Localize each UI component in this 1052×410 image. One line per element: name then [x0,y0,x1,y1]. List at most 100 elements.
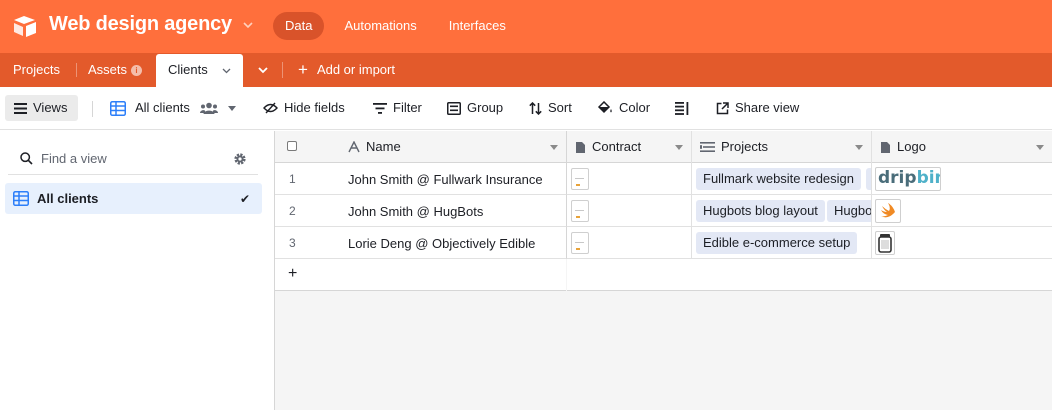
hide-fields-button[interactable]: Hide fields [263,95,345,121]
current-view-button[interactable]: All clients [110,95,236,121]
row-height-icon [675,101,689,115]
column-header-contract[interactable]: Contract [567,131,692,163]
table-tab-assets[interactable]: Assets i [88,53,143,87]
collaborators-icon [199,102,218,114]
add-record-row[interactable]: + [275,259,566,291]
share-view-button[interactable]: Share view [716,95,799,121]
color-label: Color [619,100,651,115]
name-cell[interactable]: Lorie Deng @ Objectively Edible [348,236,535,251]
swift-logo-thumbnail[interactable] [875,199,901,223]
name-cell[interactable]: John Smith @ Fullwark Insurance [348,172,543,187]
tables-bar: Projects Assets i Clients + Add or import [0,53,1052,87]
toolbar-divider [92,101,93,117]
table-row[interactable]: 2 John Smith @ HugBots [275,195,567,227]
caret-down-icon[interactable] [227,105,236,111]
select-all-checkbox[interactable] [287,141,297,151]
table-row[interactable]: Hugbots blog layout Hugbots [567,195,1052,227]
sidebar-view-label: All clients [37,191,99,206]
document-thumbnail[interactable] [571,232,589,254]
column-label: Contract [592,139,642,154]
caret-down-icon[interactable] [855,145,863,150]
name-cell[interactable]: John Smith @ HugBots [348,204,483,219]
group-icon [447,101,461,115]
nav-data[interactable]: Data [273,12,325,40]
row-height-button[interactable] [675,95,695,121]
contract-cell[interactable] [567,195,692,226]
contract-cell[interactable] [567,227,692,258]
filter-button[interactable]: Filter [373,95,422,121]
column-header-name[interactable]: Name [340,131,567,163]
hamburger-icon [14,102,27,114]
tab-divider [76,63,77,77]
sort-icon [529,101,542,115]
table-row[interactable]: Edible e-commerce setup [567,227,1052,259]
project-chip[interactable]: Fullmark website redesign [696,168,862,190]
caret-down-icon[interactable] [1036,145,1044,150]
caret-down-icon[interactable] [550,145,558,150]
filter-label: Filter [393,100,422,115]
projects-cell[interactable]: Edible e-commerce setup [692,227,872,259]
contract-cell[interactable] [567,163,692,194]
share-view-label: Share view [735,100,800,115]
attachment-icon [881,141,890,153]
views-button[interactable]: Views [5,95,78,121]
share-icon [716,101,729,114]
group-label: Group [467,100,504,115]
check-icon: ✔ [239,192,250,206]
airtable-logo-icon[interactable] [13,15,37,37]
projects-cell[interactable]: Fullmark website redesign [692,163,872,195]
text-field-icon [348,141,360,153]
add-import-label: Add or import [316,62,395,77]
search-icon [20,152,33,165]
color-button[interactable]: Color [597,95,650,121]
add-or-import-button[interactable]: + Add or import [298,53,395,87]
logo-cell[interactable] [872,195,1052,226]
base-title[interactable]: Web design agency [49,13,232,36]
logo-text: bin [916,168,940,188]
table-tab-label: Assets [88,62,128,77]
info-icon[interactable]: i [131,65,143,77]
dripbin-logo[interactable]: dripbin [875,167,941,191]
find-view-input[interactable] [41,149,221,167]
column-header-projects[interactable]: Projects [692,131,872,163]
chevron-down-icon[interactable] [241,18,255,32]
linked-record-icon [700,142,715,152]
records-grid: Name Contract Projects Logo 1 John Smith… [275,131,1052,410]
table-row[interactable]: 1 John Smith @ Fullwark Insurance [275,163,567,195]
gear-icon[interactable] [233,152,247,166]
plus-icon: + [298,60,308,79]
group-button[interactable]: Group [447,95,503,121]
project-chip[interactable]: Edible e-commerce setup [696,232,858,254]
sidebar-view-all-clients[interactable]: All clients ✔ [5,183,262,214]
hide-fields-label: Hide fields [284,100,345,115]
chevron-down-icon[interactable] [222,66,231,75]
filter-icon [373,102,387,114]
column-header-logo[interactable]: Logo [872,131,1052,163]
logo-cell[interactable]: dripbin [872,163,1052,194]
jar-logo-thumbnail[interactable] [875,231,895,255]
project-chip[interactable]: Hugbots [827,200,871,222]
views-label: Views [33,100,68,115]
add-record-row-extension [567,259,1052,291]
table-tab-clients[interactable]: Clients [156,54,243,87]
logo-cell[interactable] [872,227,1052,258]
sort-button[interactable]: Sort [529,95,572,121]
table-row[interactable]: 3 Lorie Deng @ Objectively Edible [275,227,567,259]
chevron-down-icon[interactable] [256,63,270,77]
project-chip[interactable]: Hugbots blog layout [696,200,825,222]
view-toolbar: Views All clients Hide fields Filter Gro… [0,87,1052,130]
row-number: 2 [289,204,296,218]
projects-cell[interactable]: Hugbots blog layout Hugbots [692,195,872,227]
nav-automations[interactable]: Automations [332,12,428,40]
logo-text: drip [878,168,917,188]
top-nav: Data Automations Interfaces [273,12,526,40]
caret-down-icon[interactable] [675,145,683,150]
document-thumbnail[interactable] [571,200,589,222]
tab-divider [282,62,283,78]
table-row[interactable]: Fullmark website redesign dripbin [567,163,1052,195]
table-tab-projects[interactable]: Projects [13,53,60,87]
nav-interfaces[interactable]: Interfaces [437,12,518,40]
app-header: Web design agency Data Automations Inter… [0,0,1052,53]
swift-logo-icon [881,203,895,218]
document-thumbnail[interactable] [571,168,589,190]
